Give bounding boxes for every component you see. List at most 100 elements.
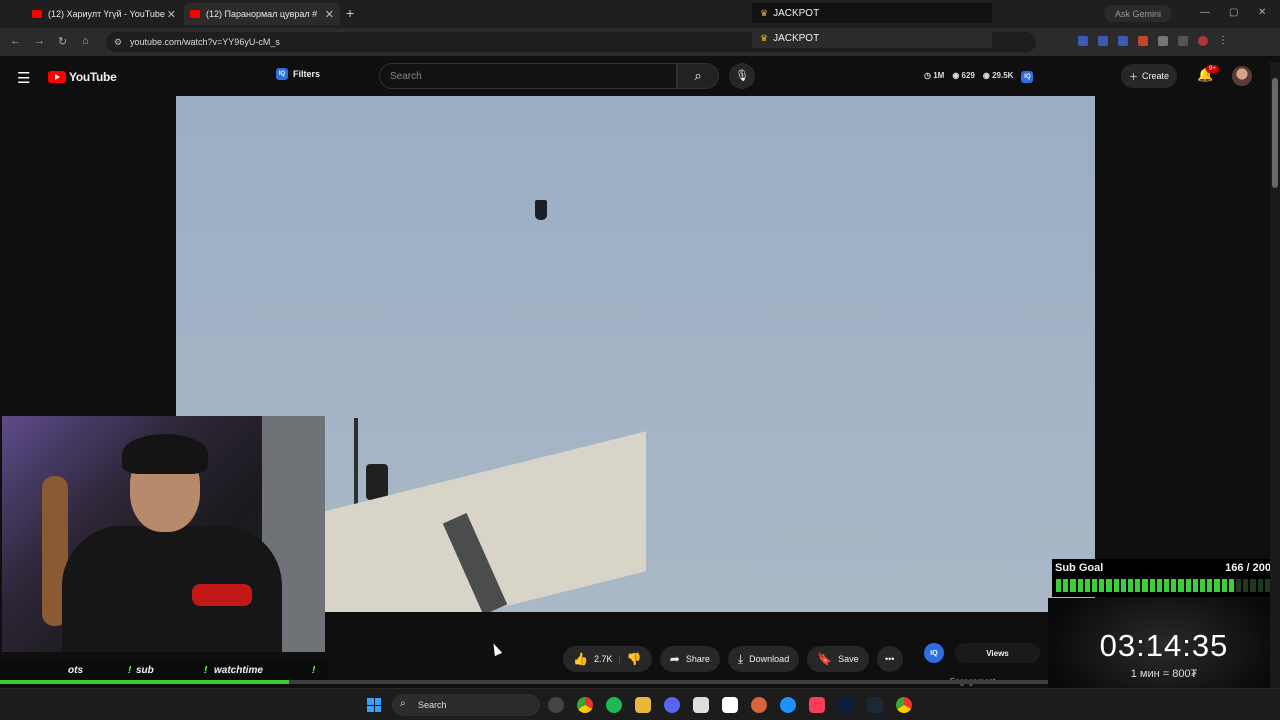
address-bar-row: ← → ↻ ⌂ ⚙ youtube.com/watch?v=YY96yU-cM_… xyxy=(0,28,1280,56)
capcut-icon[interactable] xyxy=(693,697,709,713)
extension-icon[interactable] xyxy=(1118,36,1128,46)
menu-kebab-icon[interactable]: ⋮ xyxy=(1218,36,1228,46)
share-button[interactable]: ➦ Share xyxy=(659,646,720,672)
menu-icon[interactable]: ☰ xyxy=(17,69,30,87)
jackpot-tab-1[interactable]: ♛ JACKPOT xyxy=(752,3,992,23)
save-label: Save xyxy=(838,654,859,664)
command-text: ots xyxy=(68,665,83,676)
subs-value: 1M xyxy=(933,71,945,80)
maximize-icon[interactable]: ▢ xyxy=(1229,7,1238,18)
goal-segment xyxy=(1228,579,1235,592)
webcam-hair xyxy=(122,434,208,474)
views-label: Views xyxy=(986,648,1009,658)
close-window-icon[interactable]: ✕ xyxy=(1258,7,1266,18)
search-input[interactable]: Search xyxy=(379,63,677,89)
download-button[interactable]: ⤓ Download xyxy=(727,646,800,672)
scrollbar-thumb[interactable] xyxy=(1272,78,1278,188)
filters-button[interactable]: IQ Filters xyxy=(276,68,320,80)
jackpot-label: JACKPOT xyxy=(773,32,820,44)
voice-search-button[interactable]: 🎙 xyxy=(729,63,755,89)
thumbs-down-icon[interactable]: 👎 xyxy=(627,652,642,666)
goal-segment xyxy=(1120,579,1127,592)
sub-goal-progress xyxy=(1056,579,1271,592)
goal-segment xyxy=(1149,579,1155,592)
notion-icon[interactable] xyxy=(722,697,738,713)
like-button[interactable]: 👍 2.7K | 👎 xyxy=(563,646,652,672)
thumbs-up-icon: 👍 xyxy=(573,652,588,666)
page-scrollbar[interactable] xyxy=(1270,62,1280,688)
extension-icons: ⋮ xyxy=(1078,36,1228,46)
chrome-icon[interactable] xyxy=(577,697,593,713)
close-tab-icon[interactable]: ✕ xyxy=(325,8,334,21)
edge-icon[interactable] xyxy=(780,697,796,713)
video-progress-fill xyxy=(0,680,290,684)
taskbar-search-label: Search xyxy=(418,700,447,710)
youtube-favicon-icon xyxy=(32,10,42,18)
back-icon[interactable]: ← xyxy=(10,35,21,47)
reading-list-icon[interactable] xyxy=(1178,36,1188,46)
puzzle-icon[interactable] xyxy=(1158,36,1168,46)
create-label: Create xyxy=(1142,71,1170,81)
goal-segment xyxy=(1243,579,1249,592)
subs-stat: ◷ 1M xyxy=(924,71,945,80)
photoshop-icon[interactable] xyxy=(838,697,854,713)
claude-icon[interactable] xyxy=(751,697,767,713)
goal-segment xyxy=(1207,579,1213,592)
copilot-icon[interactable] xyxy=(548,697,564,713)
tab-1[interactable]: (12) Хариулт Үгүй - YouTube ✕ xyxy=(26,3,182,25)
profile-icon[interactable] xyxy=(1198,36,1208,46)
minimize-icon[interactable]: — xyxy=(1200,7,1210,18)
search-button[interactable]: ⌕ xyxy=(677,63,719,89)
extension-icon[interactable] xyxy=(1138,36,1148,46)
download-label: Download xyxy=(749,654,790,664)
goal-segment xyxy=(1164,579,1170,592)
close-tab-icon[interactable]: ✕ xyxy=(167,8,176,21)
tab-2[interactable]: (12) Паранормал цуврал # ✕ xyxy=(184,3,340,25)
extension-icon[interactable] xyxy=(1098,36,1108,46)
avatar[interactable] xyxy=(1232,66,1252,86)
goal-segment xyxy=(1192,579,1199,592)
discord-icon[interactable] xyxy=(664,697,680,713)
ask-gemini-button[interactable]: Ask Gemini xyxy=(1104,5,1172,22)
timer-clock: 03:14:35 xyxy=(1099,628,1229,663)
goal-segment xyxy=(1106,579,1112,592)
goal-segment xyxy=(1236,579,1242,592)
goal-segment xyxy=(1084,579,1091,592)
create-button[interactable]: ＋ Create xyxy=(1121,64,1177,88)
goal-segment xyxy=(1185,579,1191,592)
steam-icon[interactable] xyxy=(867,697,883,713)
views-tab[interactable]: Views xyxy=(955,643,1040,663)
views-value: 29.5K xyxy=(992,71,1014,80)
search-icon: ⌕ xyxy=(694,68,702,83)
iq-icon[interactable]: IQ xyxy=(1021,71,1034,83)
download-icon: ⤓ xyxy=(737,651,744,666)
windows-start-icon[interactable] xyxy=(367,698,381,712)
taskbar-search[interactable]: ⌕ Search xyxy=(392,694,540,716)
spotify-icon[interactable] xyxy=(606,697,622,713)
home-icon[interactable]: ⌂ xyxy=(82,35,89,47)
more-actions-button[interactable]: ••• xyxy=(876,646,903,672)
iq-icon: IQ xyxy=(276,68,288,80)
antenna-dish xyxy=(366,464,388,500)
youtube-play-icon xyxy=(48,71,66,83)
crown-icon: ♛ xyxy=(760,32,769,43)
chrome-icon[interactable] xyxy=(896,697,912,713)
goal-segment xyxy=(1221,579,1227,592)
filters-label: Filters xyxy=(293,69,321,79)
goal-segment xyxy=(1128,579,1134,592)
site-info-icon[interactable]: ⚙ xyxy=(114,37,122,48)
extension-icon[interactable] xyxy=(1078,36,1088,46)
jackpot-tab-2[interactable]: ♛ JACKPOT xyxy=(752,28,992,48)
goal-segment xyxy=(1056,579,1062,592)
iq-button[interactable]: IQ xyxy=(924,643,944,663)
music-icon[interactable] xyxy=(809,697,825,713)
youtube-logo[interactable]: YouTube xyxy=(48,70,117,84)
new-tab-icon[interactable]: + xyxy=(346,5,354,21)
reload-icon[interactable]: ↻ xyxy=(58,35,67,48)
like-count: 2.7K xyxy=(593,654,613,664)
divider: | xyxy=(618,654,621,664)
file-explorer-icon[interactable] xyxy=(635,697,651,713)
views-stat: ◉ 29.5K xyxy=(982,71,1014,80)
save-button[interactable]: 🔖 Save xyxy=(807,646,869,672)
forward-icon[interactable]: → xyxy=(34,35,45,47)
